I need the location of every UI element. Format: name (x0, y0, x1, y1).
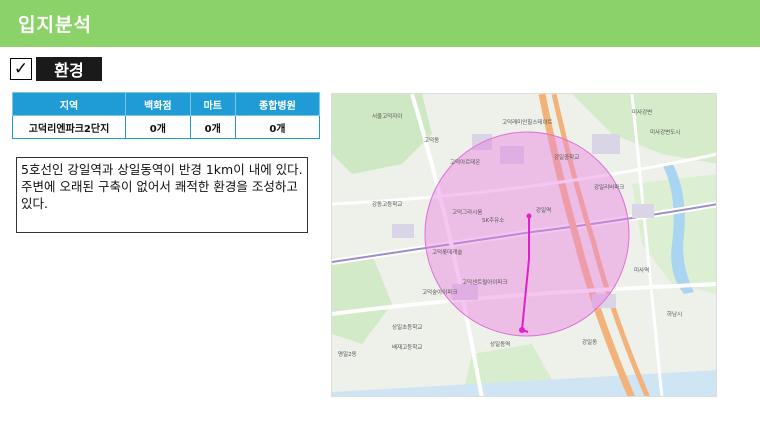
map-label: 강일리버파크 (594, 183, 624, 191)
section-label: 환경 (36, 57, 102, 81)
description-line: 주변에 오래된 구축이 없어서 쾌적한 환경을 조성하고 있다. (21, 179, 298, 211)
description-box: 5호선인 강일역과 상일동역이 반경 1km이 내에 있다. 주변에 오래된 구… (16, 157, 308, 233)
map-label: 고덕롯데캐슬 (432, 248, 462, 256)
page-title: 입지분석 (18, 14, 92, 36)
map-label: 강동고등학교 (372, 200, 402, 208)
map-label: 배재고등학교 (392, 343, 422, 351)
col-header: 백화점 (125, 92, 191, 116)
map-label: 고덕아르테온 (450, 158, 480, 166)
map-label: 고덕센트럴아이파크 (462, 278, 508, 286)
table-header-row: 지역 백화점 마트 종합병원 (12, 92, 321, 116)
table-cell: 0개 (189, 115, 236, 139)
col-header: 지역 (12, 92, 126, 116)
map-label: 강일동 (582, 338, 597, 346)
map-label: SK주유소 (482, 217, 504, 224)
table-cell: 고덕리엔파크2단지 (12, 115, 126, 139)
table-row: 고덕리엔파크2단지 0개 0개 0개 (12, 115, 321, 139)
header-bar: 입지분석 (0, 0, 760, 47)
check-icon: ✓ (13, 59, 29, 79)
checkbox[interactable]: ✓ (10, 58, 32, 80)
location-map[interactable]: 서울고덕자이 고덕그라시움 고덕아르테온 고덕래미안힐스테이트 강일리버파크 미… (331, 93, 717, 397)
section-heading: ✓ 환경 (10, 57, 102, 81)
map-label: 고덕동 (424, 137, 439, 144)
table-cell: 0개 (125, 115, 191, 139)
facility-table: 지역 백화점 마트 종합병원 고덕리엔파크2단지 0개 0개 0개 (12, 92, 321, 139)
table-cell: 0개 (234, 115, 321, 139)
map-label: 강일역 (536, 206, 551, 214)
map-label: 고덕그라시움 (452, 208, 482, 216)
map-svg: 서울고덕자이 고덕그라시움 고덕아르테온 고덕래미안힐스테이트 강일리버파크 미… (332, 94, 716, 396)
map-label: 상일동역 (490, 340, 510, 348)
map-label: 서울고덕자이 (372, 112, 402, 120)
map-label: 고덕래미안힐스테이트 (502, 118, 553, 126)
map-label: 명일2동 (338, 350, 357, 358)
description-line: 5호선인 강일역과 상일동역이 반경 1km이 내에 있다. (21, 162, 303, 177)
col-header: 마트 (189, 92, 236, 116)
col-header: 종합병원 (234, 92, 321, 116)
map-label: 고덕숲아이파크 (422, 288, 457, 296)
map-label: 미사강변 (632, 108, 652, 116)
map-label: 강일중학교 (554, 153, 579, 161)
map-label: 하남시 (667, 310, 682, 318)
map-label: 상일초등학교 (392, 323, 422, 331)
map-label: 미사강변도시 (650, 128, 680, 136)
map-label: 미사역 (634, 266, 649, 274)
